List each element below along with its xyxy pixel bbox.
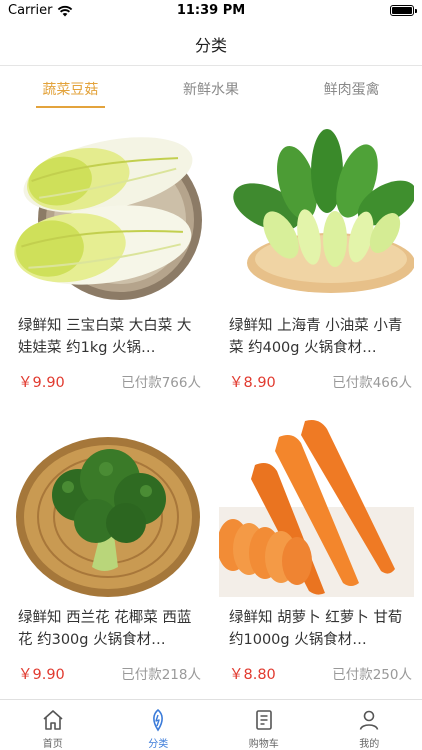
home-icon bbox=[43, 710, 63, 730]
tab-bar-label: 首页 bbox=[42, 739, 63, 750]
product-sales-count: 已付款766人 bbox=[121, 375, 201, 391]
category-icon bbox=[153, 708, 164, 732]
product-price: ￥9.90 bbox=[18, 375, 65, 391]
tab-bar-label: 我的 bbox=[359, 739, 380, 750]
product-name: 绿鲜知 西兰花 花椰菜 西蓝花 约300g 火锅食材… bbox=[18, 610, 192, 648]
tab-bar-item-cart[interactable]: 购物车 bbox=[211, 700, 317, 750]
tab-vegetables[interactable]: 蔬菜豆菇 bbox=[0, 67, 141, 111]
product-sales-count: 已付款466人 bbox=[332, 375, 412, 391]
product-card[interactable]: 绿鲜知 上海青 小油菜 小青菜 约400g 火锅食材… ￥8.90 已付款466… bbox=[211, 113, 422, 405]
tab-bar-label: 购物车 bbox=[248, 739, 279, 750]
product-name: 绿鲜知 三宝白菜 大白菜 大娃娃菜 约1kg 火锅… bbox=[18, 318, 192, 356]
cart-icon bbox=[255, 710, 272, 730]
category-tabs: 蔬菜豆菇 新鲜水果 鲜肉蛋禽 bbox=[0, 67, 422, 111]
tab-meat-eggs[interactable]: 鲜肉蛋禽 bbox=[281, 67, 422, 111]
profile-icon bbox=[359, 710, 379, 730]
tab-bar-item-category[interactable]: 分类 bbox=[106, 700, 212, 750]
napa-cabbage-image bbox=[14, 137, 202, 300]
product-price: ￥8.80 bbox=[229, 667, 276, 683]
product-sales-count: 已付款250人 bbox=[332, 667, 412, 683]
page-title: 分类 bbox=[194, 35, 227, 55]
status-bar: Carrier 11:39 PM bbox=[0, 0, 422, 22]
product-price: ￥9.90 bbox=[18, 667, 65, 683]
product-grid: 绿鲜知 三宝白菜 大白菜 大娃娃菜 约1kg 火锅… ￥9.90 已付款766人… bbox=[0, 113, 422, 698]
product-name: 绿鲜知 胡萝卜 红萝卜 甘荀 约1000g 火锅食材… bbox=[229, 610, 403, 648]
product-card[interactable]: 绿鲜知 胡萝卜 红萝卜 甘荀 约1000g 火锅食材… ￥8.80 已付款250… bbox=[211, 405, 422, 697]
tab-bar-item-profile[interactable]: 我的 bbox=[317, 700, 422, 750]
product-card[interactable]: 绿鲜知 西兰花 花椰菜 西蓝花 约300g 火锅食材… ￥9.90 已付款218… bbox=[0, 405, 211, 697]
product-sales-count: 已付款218人 bbox=[121, 667, 201, 683]
battery-icon bbox=[390, 5, 417, 16]
product-name: 绿鲜知 上海青 小油菜 小青菜 约400g 火锅食材… bbox=[229, 318, 403, 356]
tab-fruits[interactable]: 新鲜水果 bbox=[141, 67, 282, 111]
bok-choy-image bbox=[233, 129, 414, 293]
navigation-bar: 分类 bbox=[0, 22, 422, 66]
product-price: ￥8.90 bbox=[229, 375, 276, 391]
status-time: 11:39 PM bbox=[176, 3, 246, 18]
product-card[interactable]: 绿鲜知 三宝白菜 大白菜 大娃娃菜 约1kg 火锅… ￥9.90 已付款766人 bbox=[0, 113, 211, 405]
carrot-image bbox=[219, 420, 414, 597]
bottom-tab-bar: 首页 分类 购物车 我的 bbox=[0, 699, 422, 750]
tab-bar-item-home[interactable]: 首页 bbox=[0, 700, 106, 750]
broccoli-image bbox=[16, 437, 200, 597]
tab-bar-label: 分类 bbox=[148, 739, 169, 750]
